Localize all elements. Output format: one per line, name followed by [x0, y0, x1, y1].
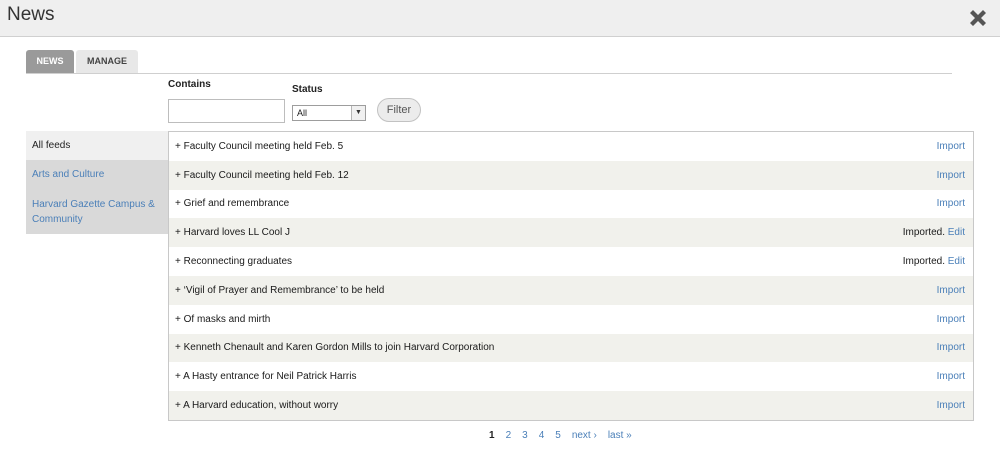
news-title[interactable]: + Grief and remembrance: [175, 198, 289, 209]
list-item: + Faculty Council meeting held Feb. 5 Im…: [169, 132, 973, 161]
last-page-link[interactable]: last »: [608, 430, 632, 441]
import-link[interactable]: Import: [937, 170, 965, 181]
edit-link[interactable]: Edit: [948, 227, 965, 238]
status-select[interactable]: All ▼: [292, 105, 366, 121]
import-link[interactable]: Import: [937, 141, 965, 152]
sidebar-item-all-feeds[interactable]: All feeds: [26, 131, 168, 160]
import-link[interactable]: Import: [937, 342, 965, 353]
news-title[interactable]: + A Hasty entrance for Neil Patrick Harr…: [175, 371, 356, 382]
news-title[interactable]: + Kenneth Chenault and Karen Gordon Mill…: [175, 342, 494, 353]
list-item: + A Harvard education, without worry Imp…: [169, 391, 973, 420]
list-item: + Reconnecting graduates Imported. Edit: [169, 247, 973, 276]
imported-status: Imported.: [902, 256, 945, 268]
window-title: News: [7, 4, 55, 25]
list-item: + Of masks and mirth Import: [169, 304, 973, 334]
list-item: + Grief and remembrance Import: [169, 189, 973, 219]
news-title[interactable]: + Reconnecting graduates: [175, 256, 292, 267]
news-title[interactable]: + Faculty Council meeting held Feb. 5: [175, 141, 343, 152]
page-link[interactable]: 2: [506, 430, 512, 441]
import-link[interactable]: Import: [937, 400, 965, 411]
page-current: 1: [489, 430, 495, 441]
status-label: Status: [292, 84, 323, 95]
import-link[interactable]: Import: [937, 198, 965, 209]
list-item: + Harvard loves LL Cool J Imported. Edit: [169, 218, 973, 248]
tab-news[interactable]: NEWS: [26, 50, 74, 73]
news-title[interactable]: + Of masks and mirth: [175, 314, 270, 325]
news-title[interactable]: + A Harvard education, without worry: [175, 400, 338, 411]
page-link[interactable]: 4: [539, 430, 545, 441]
tab-manage[interactable]: MANAGE: [76, 50, 138, 73]
title-bar: News: [0, 0, 1000, 37]
tab-bar: NEWS MANAGE: [26, 50, 138, 73]
import-link[interactable]: Import: [937, 314, 965, 325]
next-page-link[interactable]: next ›: [572, 430, 597, 441]
chevron-down-icon: ▼: [351, 106, 365, 120]
edit-link[interactable]: Edit: [948, 256, 965, 267]
list-item: + A Hasty entrance for Neil Patrick Harr…: [169, 362, 973, 392]
news-title[interactable]: + Harvard loves LL Cool J: [175, 227, 290, 238]
page-link[interactable]: 5: [555, 430, 561, 441]
import-link[interactable]: Import: [937, 285, 965, 296]
news-list: + Faculty Council meeting held Feb. 5 Im…: [168, 131, 974, 421]
list-item: + ‘Vigil of Prayer and Remembrance’ to b…: [169, 275, 973, 305]
page-link[interactable]: 3: [522, 430, 528, 441]
sidebar-item-harvard-gazette[interactable]: Harvard Gazette Campus & Community: [26, 189, 168, 234]
news-title[interactable]: + Faculty Council meeting held Feb. 12: [175, 170, 349, 181]
contains-input[interactable]: [168, 99, 285, 123]
list-item: + Kenneth Chenault and Karen Gordon Mill…: [169, 333, 973, 363]
sidebar-item-arts-and-culture[interactable]: Arts and Culture: [26, 160, 168, 189]
imported-status: Imported.: [902, 227, 945, 239]
close-icon[interactable]: [966, 6, 990, 30]
tab-divider: [26, 73, 952, 74]
import-link[interactable]: Import: [937, 371, 965, 382]
pagination: 1 2 3 4 5 next › last »: [489, 430, 643, 441]
contains-label: Contains: [168, 79, 211, 90]
feed-sidebar: All feeds Arts and Culture Harvard Gazet…: [26, 131, 168, 234]
filter-button[interactable]: Filter: [377, 98, 421, 122]
news-title[interactable]: + ‘Vigil of Prayer and Remembrance’ to b…: [175, 285, 384, 296]
list-item: + Faculty Council meeting held Feb. 12 I…: [169, 160, 973, 190]
status-select-value: All: [297, 108, 308, 118]
